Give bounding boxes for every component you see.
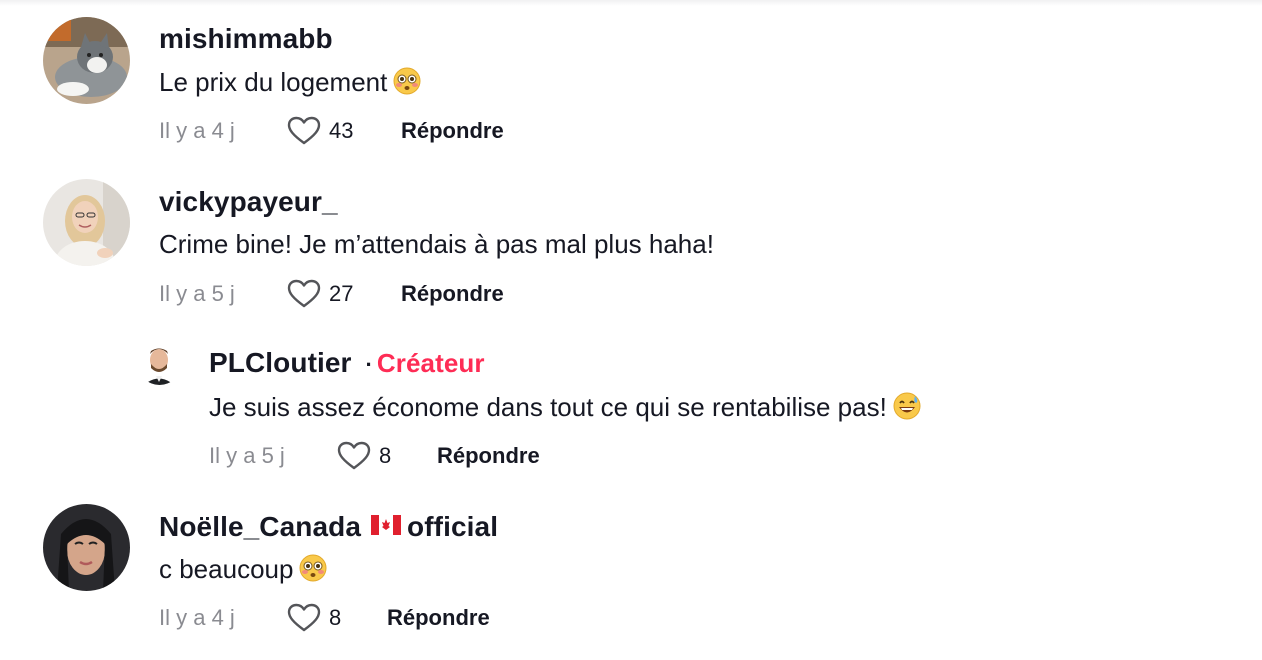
heart-icon[interactable] bbox=[287, 279, 321, 309]
comment-time: Il y a 5 j bbox=[209, 443, 285, 468]
avatar[interactable] bbox=[43, 17, 130, 104]
comment-time: Il y a 5 j bbox=[159, 281, 235, 306]
flushed-face-emoji-icon bbox=[299, 554, 327, 589]
reply-button[interactable]: Répondre bbox=[401, 118, 504, 144]
like-count: 8 bbox=[329, 605, 342, 630]
like-count: 8 bbox=[379, 443, 392, 468]
heart-icon[interactable] bbox=[287, 116, 321, 146]
heart-icon[interactable] bbox=[287, 603, 321, 633]
creator-badge: Créateur bbox=[376, 348, 485, 378]
reply-button[interactable]: Répondre bbox=[437, 443, 540, 469]
avatar[interactable] bbox=[138, 342, 181, 385]
comment-username: PLCloutier · Créateur bbox=[209, 347, 485, 379]
avatar[interactable] bbox=[43, 179, 130, 266]
badge-separator: · bbox=[365, 352, 373, 377]
like-count: 27 bbox=[329, 281, 354, 306]
comment-text: Le prix du logement bbox=[159, 67, 421, 102]
comment-meta: Il y a 5 j 27 Répondre bbox=[159, 279, 504, 309]
creator-username[interactable]: PLCloutier bbox=[209, 347, 352, 378]
like-count: 43 bbox=[329, 118, 354, 143]
comment-text-content: Le prix du logement bbox=[159, 67, 388, 97]
comment-text-content: c beaucoup bbox=[159, 554, 294, 584]
comment-text: Je suis assez économe dans tout ce qui s… bbox=[209, 392, 921, 427]
comment-username: Noëlle_Canada official bbox=[159, 510, 498, 543]
comment-text-content: Je suis assez économe dans tout ce qui s… bbox=[209, 392, 887, 422]
comment-meta: Il y a 4 j 43 Répondre bbox=[159, 116, 504, 146]
comment-username[interactable]: vickypayeur_ bbox=[159, 186, 338, 218]
flushed-face-emoji-icon bbox=[393, 67, 421, 102]
comment-username[interactable]: mishimmabb bbox=[159, 23, 333, 55]
username-part1[interactable]: Noëlle_Canada bbox=[159, 511, 361, 542]
username-part2[interactable]: official bbox=[407, 511, 498, 542]
avatar[interactable] bbox=[43, 504, 130, 591]
reply-button[interactable]: Répondre bbox=[401, 281, 504, 307]
comment-meta: Il y a 4 j 8 Répondre bbox=[159, 603, 490, 633]
comment-time: Il y a 4 j bbox=[159, 605, 235, 630]
canada-flag-icon bbox=[371, 510, 402, 542]
comment-text-content: Crime bine! Je m’attendais à pas mal plu… bbox=[159, 229, 714, 259]
heart-icon[interactable] bbox=[337, 441, 371, 471]
comment-text: Crime bine! Je m’attendais à pas mal plu… bbox=[159, 229, 714, 260]
reply-button[interactable]: Répondre bbox=[387, 605, 490, 631]
comment-meta: Il y a 5 j 8 Répondre bbox=[209, 441, 540, 471]
comment-time: Il y a 4 j bbox=[159, 118, 235, 143]
top-divider bbox=[0, 0, 1262, 6]
comment-text: c beaucoup bbox=[159, 554, 327, 589]
grinning-sweat-emoji-icon bbox=[893, 392, 921, 427]
